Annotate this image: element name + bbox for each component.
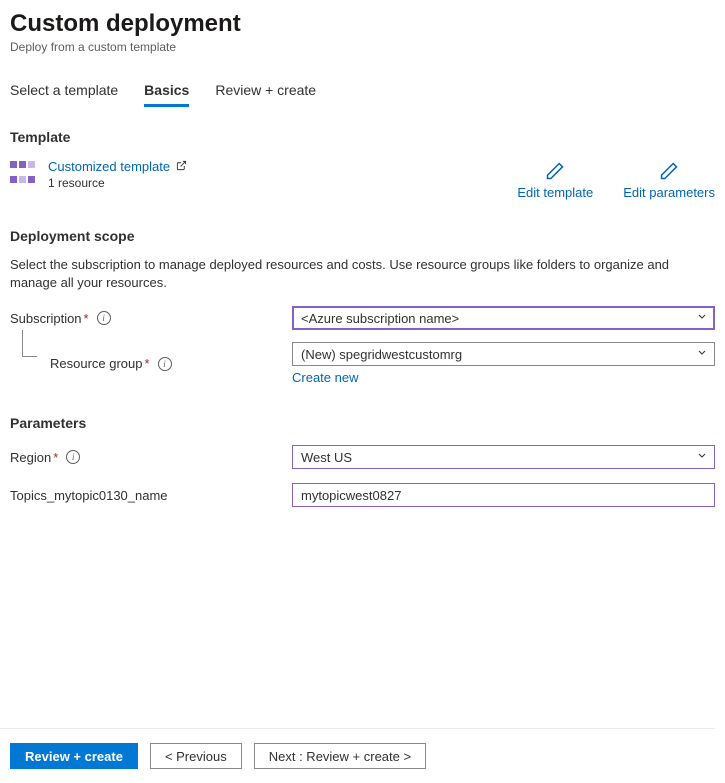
chevron-down-icon [696,347,708,362]
subscription-value: <Azure subscription name> [301,311,459,326]
parameters-heading: Parameters [10,415,715,431]
resource-group-select[interactable]: (New) spegridwestcustomrg [292,342,715,366]
tab-select-template[interactable]: Select a template [10,82,118,106]
subscription-label: Subscription [10,311,82,326]
chevron-down-icon [696,311,708,326]
template-resource-count: 1 resource [48,176,187,190]
edit-template-link[interactable]: Edit template [517,185,593,200]
subscription-select[interactable]: <Azure subscription name> [292,306,715,330]
chevron-down-icon [696,450,708,465]
tab-review-create[interactable]: Review + create [215,82,316,106]
required-indicator: * [84,311,89,326]
topic-name-input[interactable]: mytopicwest0827 [292,483,715,507]
topic-name-value: mytopicwest0827 [301,488,401,503]
topic-name-label: Topics_mytopic0130_name [10,488,168,503]
info-icon[interactable]: i [158,357,172,371]
resource-group-value: (New) spegridwestcustomrg [301,347,462,362]
region-value: West US [301,450,352,465]
info-icon[interactable]: i [97,311,111,325]
external-link-icon [176,162,187,174]
info-icon[interactable]: i [66,450,80,464]
scope-description: Select the subscription to manage deploy… [10,256,710,292]
tab-strip: Select a template Basics Review + create [10,82,715,107]
edit-parameters-link[interactable]: Edit parameters [623,185,715,200]
tab-basics[interactable]: Basics [144,82,189,107]
resource-group-label: Resource group [50,356,143,371]
customized-template-label: Customized template [48,159,170,174]
page-title: Custom deployment [10,10,715,38]
required-indicator: * [53,450,58,465]
page-subtitle: Deploy from a custom template [10,40,715,54]
customized-template-link[interactable]: Customized template [48,159,187,174]
footer-bar: Review + create < Previous Next : Review… [0,728,715,783]
template-icon [10,161,38,189]
template-heading: Template [10,129,715,145]
create-new-link[interactable]: Create new [292,370,358,385]
required-indicator: * [145,356,150,371]
pencil-icon [545,161,565,181]
previous-button[interactable]: < Previous [150,743,242,769]
pencil-icon [659,161,679,181]
region-label: Region [10,450,51,465]
region-select[interactable]: West US [292,445,715,469]
scope-heading: Deployment scope [10,228,715,244]
review-create-button[interactable]: Review + create [10,743,138,769]
next-button[interactable]: Next : Review + create > [254,743,426,769]
